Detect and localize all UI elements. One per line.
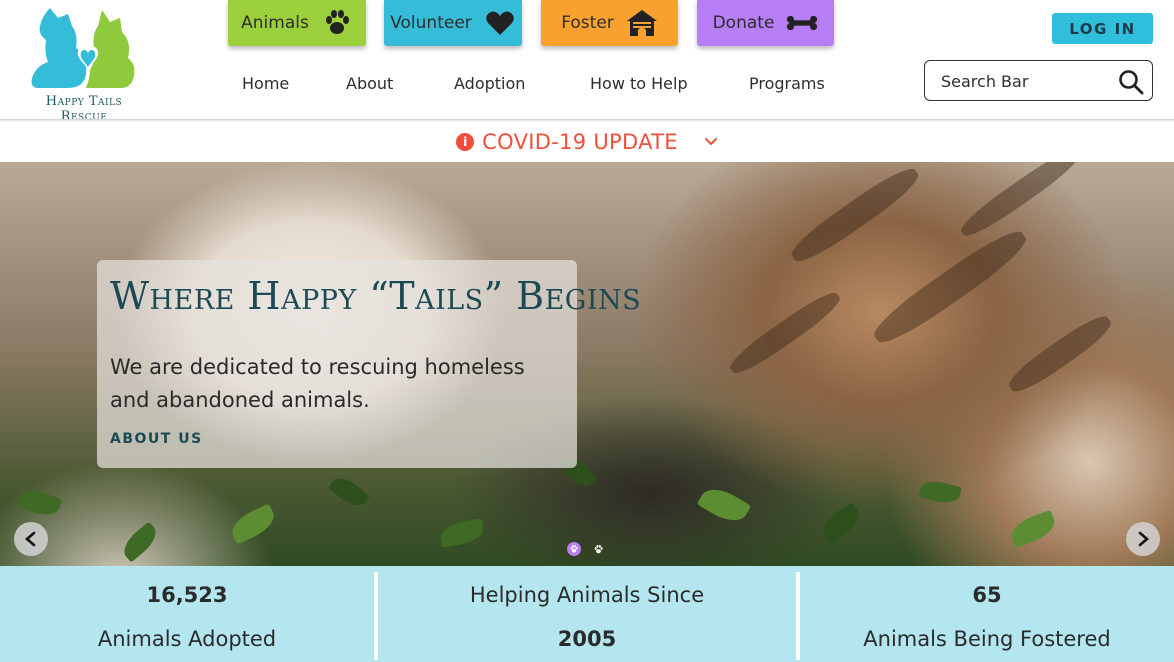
stat-value: 2005 <box>557 627 617 651</box>
paw-icon <box>325 10 349 34</box>
donate-button[interactable]: Donate <box>697 0 834 46</box>
leaf <box>1007 509 1059 549</box>
carousel-dot-1[interactable] <box>567 542 581 556</box>
foster-button-label: Foster <box>561 13 614 33</box>
foster-button[interactable]: Foster <box>541 0 678 46</box>
leaf <box>118 521 162 563</box>
covid-update-text: COVID-19 UPDATE <box>482 130 678 154</box>
search-box <box>924 60 1153 101</box>
nav-how-to-help[interactable]: How to Help <box>590 74 688 93</box>
login-button[interactable]: LOG IN <box>1052 13 1153 44</box>
stat-helping-since: Helping Animals Since 2005 <box>378 566 796 662</box>
hero-carousel: Where Happy “Tails” Begins We are dedica… <box>0 162 1174 566</box>
animals-button[interactable]: Animals <box>228 0 366 46</box>
bone-icon <box>787 15 818 31</box>
login-button-label: LOG IN <box>1069 19 1136 38</box>
nav-home[interactable]: Home <box>242 74 289 93</box>
house-icon <box>626 10 657 36</box>
paw-icon <box>570 544 578 553</box>
stat-label: Animals Adopted <box>97 627 277 651</box>
leaf <box>696 481 752 529</box>
info-icon: i <box>456 133 475 151</box>
leaf <box>328 472 370 512</box>
carousel-prev-button[interactable] <box>14 522 48 556</box>
leaf <box>918 477 962 507</box>
chevron-right-icon <box>1138 531 1149 547</box>
stats-bar: 16,523 Animals Adopted Helping Animals S… <box>0 566 1174 662</box>
chevron-down-icon[interactable] <box>704 135 718 149</box>
stat-animals-adopted: 16,523 Animals Adopted <box>0 566 374 662</box>
hero-title: Where Happy “Tails” Begins <box>110 274 642 318</box>
fur-stripe <box>725 286 845 380</box>
paw-icon <box>594 544 603 553</box>
fur-stripe <box>1003 309 1117 399</box>
fur-stripe <box>867 223 1033 351</box>
stat-value: 65 <box>972 583 1002 607</box>
volunteer-button-label: Volunteer <box>390 13 472 33</box>
leaf <box>17 485 63 521</box>
dog-cat-logo-icon <box>31 8 135 88</box>
leaf <box>817 501 865 545</box>
stat-label: Helping Animals Since <box>469 583 705 607</box>
fur-stripe <box>956 162 1084 243</box>
hero-card: Where Happy “Tails” Begins We are dedica… <box>97 260 642 468</box>
volunteer-button[interactable]: Volunteer <box>384 0 522 46</box>
nav-adoption[interactable]: Adoption <box>454 74 525 93</box>
carousel-dot-2[interactable] <box>591 542 605 556</box>
leaf <box>438 518 486 548</box>
covid-update-banner[interactable]: i COVID-19 UPDATE <box>0 122 1174 162</box>
stat-value: 16,523 <box>146 583 228 607</box>
animals-button-label: Animals <box>241 13 309 33</box>
hero-subtitle: We are dedicated to rescuing homeless an… <box>110 355 525 412</box>
happy-tails-logo[interactable]: Happy Tails Rescue <box>24 4 144 124</box>
chevron-left-icon <box>25 531 36 547</box>
stat-label: Animals Being Fostered <box>863 627 1111 651</box>
search-icon[interactable] <box>1118 69 1144 95</box>
site-header: Happy Tails Rescue Animals Volunteer Fos… <box>0 0 1174 124</box>
heart-icon <box>486 11 514 35</box>
about-us-link[interactable]: ABOUT US <box>110 431 203 447</box>
nav-about[interactable]: About <box>346 74 393 93</box>
nav-programs[interactable]: Programs <box>749 74 825 93</box>
stat-animals-fostered: 65 Animals Being Fostered <box>800 566 1174 662</box>
donate-button-label: Donate <box>712 13 775 33</box>
fur-stripe <box>786 162 924 269</box>
carousel-next-button[interactable] <box>1126 522 1160 556</box>
leaf <box>227 503 279 545</box>
search-input[interactable] <box>941 70 1111 92</box>
